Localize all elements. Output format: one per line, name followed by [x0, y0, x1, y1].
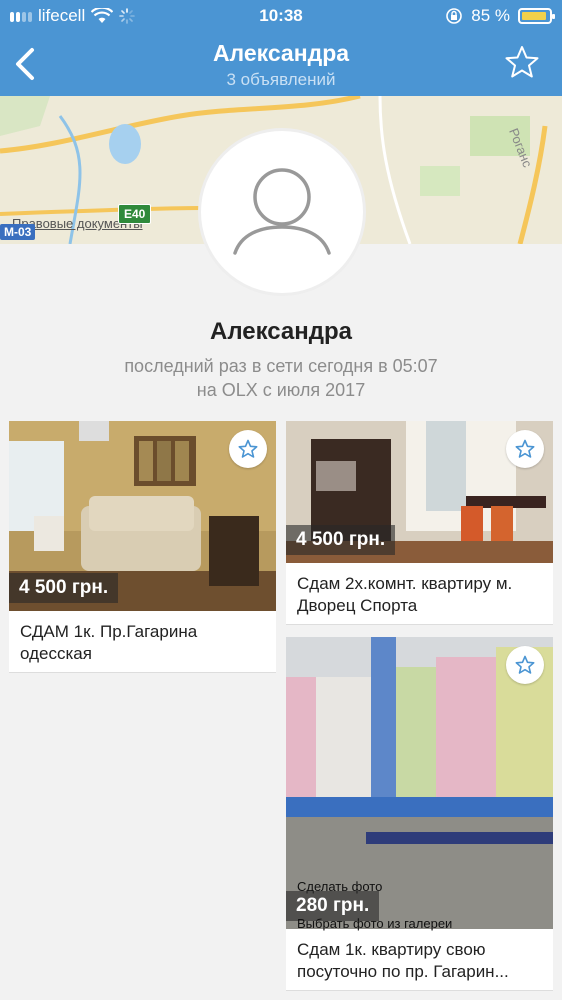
star-outline-icon — [515, 655, 535, 674]
listing-card-3[interactable]: Сделать фото 280 грн. Выбрать фото из га… — [286, 637, 553, 991]
favorite-button[interactable] — [229, 430, 267, 468]
favorite-button[interactable] — [506, 646, 544, 684]
star-outline-icon — [515, 439, 535, 458]
last-seen-text: последний раз в сети сегодня в 05:07 — [124, 356, 438, 376]
listing-price: 4 500 грн. — [9, 573, 119, 603]
top-bar: lifecell 10:38 85 % Александра 3 объявле… — [0, 0, 562, 96]
listing-title-line-1[interactable]: Сдам 1к. квартиру свою — [297, 939, 486, 961]
map-highway-label: E40 — [118, 204, 152, 224]
battery-percent: 85 % — [471, 6, 510, 25]
listing-title-line-2[interactable]: Дворец Спорта — [297, 595, 417, 617]
member-since-text: на OLX с июля 2017 — [196, 380, 366, 400]
favorite-button[interactable] — [506, 430, 544, 468]
favorite-seller-star-icon[interactable] — [504, 44, 540, 80]
profile-name: Александра — [209, 318, 353, 345]
listing-card-2[interactable]: 4 500 грн. Сдам 2х.комнт. квартиру м. Дв… — [286, 421, 553, 625]
avatar — [198, 128, 366, 296]
battery-icon — [518, 8, 555, 24]
status-right: 85 % — [445, 6, 555, 26]
map-road-label: M-03 — [0, 224, 36, 240]
listing-price: 4 500 грн. — [286, 525, 396, 555]
listing-title-line-2[interactable]: посуточно по пр. Гагарин... — [297, 961, 509, 983]
listing-title-line-1[interactable]: Сдам 2х.комнт. квартиру м. — [297, 573, 512, 595]
user-placeholder-icon — [233, 168, 331, 255]
listing-title-line-2[interactable]: одесская — [20, 643, 92, 665]
listing-card-1[interactable]: 4 500 грн. СДАМ 1к. Пр.Гагарина одесская — [9, 421, 276, 673]
orientation-lock-icon — [446, 8, 463, 24]
status-bar: lifecell 10:38 85 % — [0, 0, 562, 32]
listing-title-line-1[interactable]: СДАМ 1к. Пр.Гагарина — [20, 621, 197, 643]
listings-count: 3 объявлений — [226, 70, 336, 89]
photo-action-gallery[interactable]: Выбрать фото из галереи — [297, 916, 452, 931]
page-title: Александра — [212, 40, 350, 66]
star-outline-icon — [238, 439, 258, 458]
